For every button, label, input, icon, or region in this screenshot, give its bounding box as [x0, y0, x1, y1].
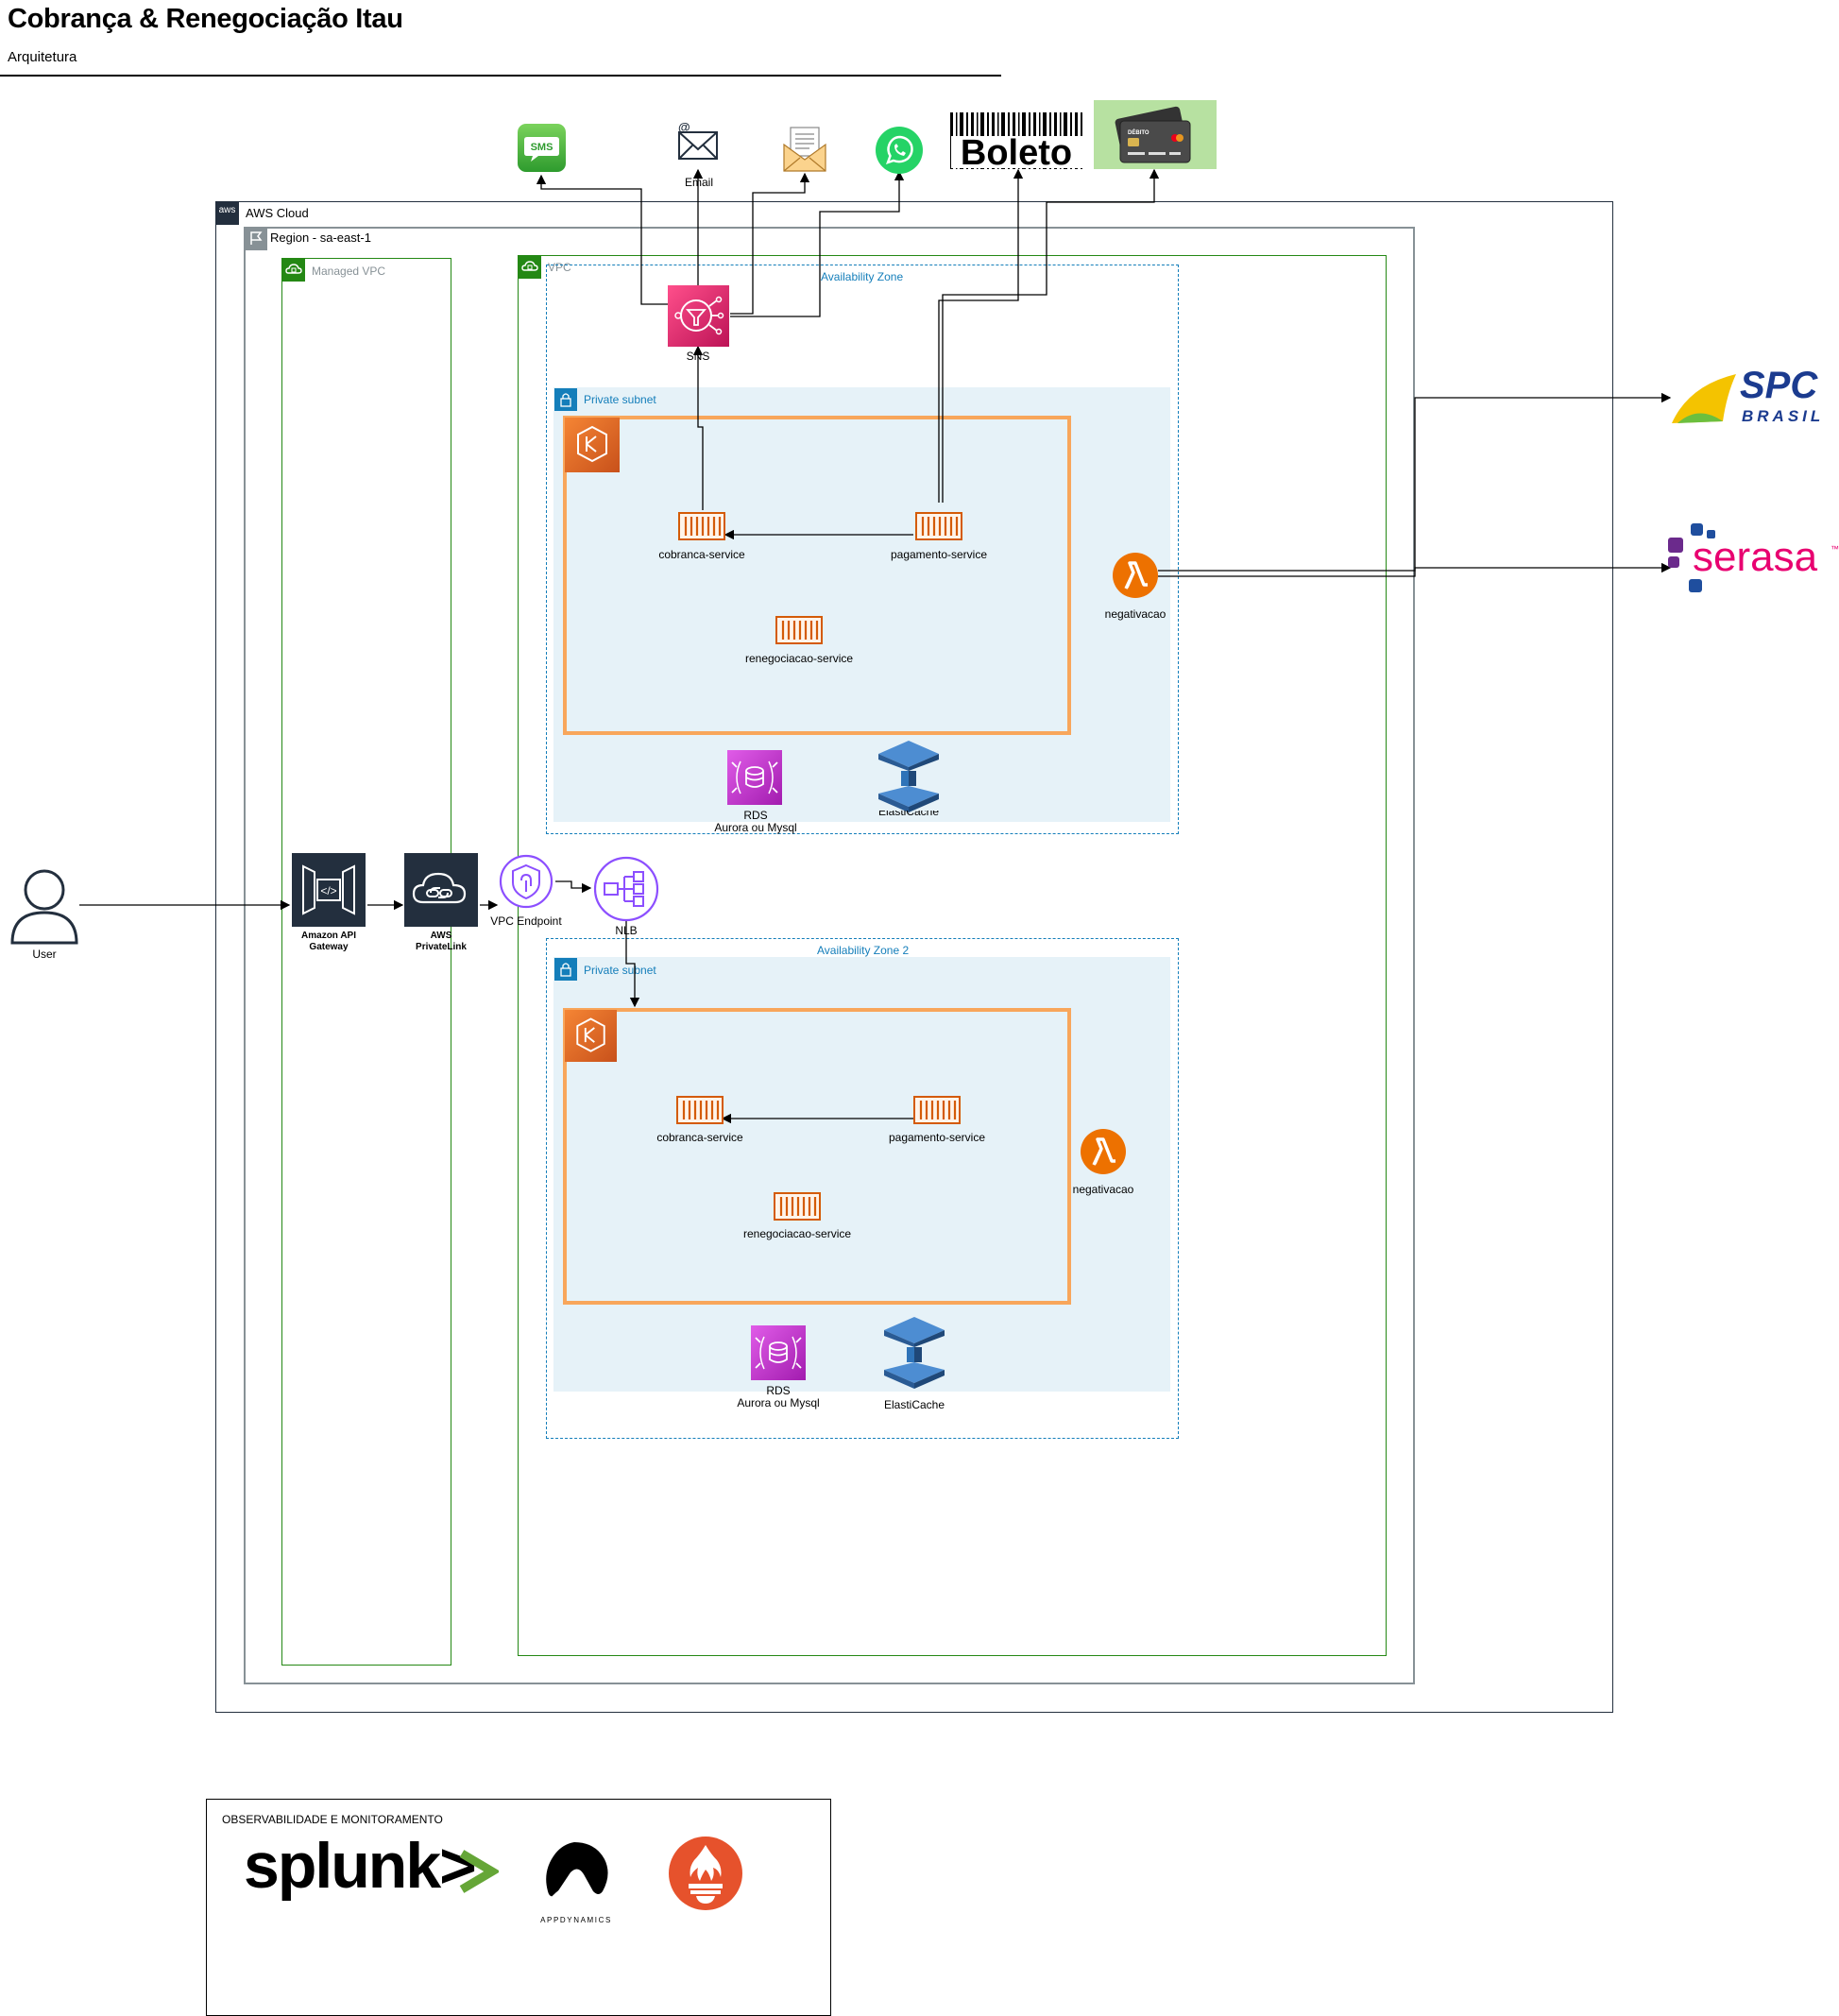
- edge-endpoint-nlb: [555, 880, 592, 894]
- rds-icon: [751, 1325, 806, 1380]
- edge-pagamento-card: [942, 168, 1160, 503]
- letter-icon: [781, 126, 828, 173]
- vpc-endpoint-label: VPC Endpoint: [490, 914, 562, 928]
- serasa-logo: serasa ™: [1664, 521, 1839, 596]
- vpc-endpoint-icon: [499, 854, 553, 909]
- edge-cobranca-sns: [692, 345, 704, 510]
- container-icon: [676, 1096, 724, 1124]
- container-icon: [915, 512, 962, 540]
- nlb-icon: [593, 856, 659, 922]
- elasticache-label-clipped: ElastiCache: [877, 811, 940, 818]
- svg-text:serasa: serasa: [1693, 534, 1818, 580]
- sns-label: SNS: [686, 350, 710, 363]
- container-icon: [775, 616, 823, 644]
- svg-text:SMS: SMS: [531, 142, 553, 153]
- negativacao-label: negativacao: [1072, 1183, 1134, 1196]
- privatelink-label: AWS PrivateLink: [416, 931, 467, 952]
- pagamento-service-label: pagamento-service: [890, 548, 988, 561]
- boleto-icon: Boleto: [948, 111, 1085, 173]
- edge-lambda-spc: [1158, 392, 1672, 572]
- svg-text:BRASIL: BRASIL: [1742, 407, 1821, 425]
- container-icon: [678, 512, 725, 540]
- edge-sns-whatsapp: [730, 170, 905, 317]
- user-label: User: [32, 948, 57, 961]
- rds-label: RDS Aurora ou Mysql: [714, 809, 797, 834]
- svg-text:DÉBITO: DÉBITO: [1128, 128, 1149, 136]
- card-payment-icon: DÉBITO: [1094, 100, 1217, 169]
- appdynamics-logo: APPDYNAMICS: [529, 1837, 623, 1927]
- svg-text:™: ™: [1830, 544, 1839, 554]
- container-icon: [913, 1096, 961, 1124]
- spc-brasil-logo: SPC BRASIL: [1670, 365, 1821, 429]
- whatsapp-icon: [875, 126, 924, 175]
- svg-text:Boleto: Boleto: [961, 133, 1072, 171]
- renegociacao-service-label: renegociacao-service: [742, 1227, 852, 1240]
- container-icon: [774, 1192, 821, 1221]
- api-gateway-icon: </>: [292, 853, 366, 927]
- svg-text:splunk>: splunk>: [244, 1831, 475, 1902]
- edge-pagamento-boleto: [938, 168, 1024, 503]
- splunk-chevron-accent: [456, 1848, 501, 1895]
- privatelink-icon: [404, 853, 478, 927]
- svg-text:APPDYNAMICS: APPDYNAMICS: [540, 1916, 612, 1924]
- rds-icon: [727, 750, 782, 805]
- email-label: Email: [684, 176, 713, 189]
- api-gateway-label: Amazon API Gateway: [301, 931, 356, 952]
- elasticache-label: ElastiCache: [883, 1398, 945, 1411]
- connectors: [79, 168, 1672, 1124]
- renegociacao-service-label: renegociacao-service: [744, 652, 854, 665]
- svg-text:</>: </>: [320, 884, 336, 897]
- edge-sns-letter: [730, 172, 810, 315]
- elasticache-icon: [873, 739, 945, 816]
- nlb-label: NLB: [615, 924, 638, 937]
- prometheus-icon: [668, 1836, 743, 1911]
- svg-text:SPC: SPC: [1740, 367, 1818, 406]
- sns-icon: [668, 285, 729, 347]
- cobranca-service-label: cobranca-service: [656, 1131, 743, 1144]
- user-icon: [9, 867, 79, 945]
- edge-sns-sms: [536, 174, 669, 305]
- email-icon: @: [673, 120, 723, 162]
- edge-lambda-serasa: [1158, 562, 1672, 577]
- rds-label: RDS Aurora ou Mysql: [737, 1384, 820, 1409]
- negativacao-label: negativacao: [1104, 607, 1166, 621]
- elasticache-icon: [878, 1315, 950, 1392]
- svg-text:@: @: [678, 121, 690, 134]
- cobranca-service-label: cobranca-service: [658, 548, 745, 561]
- sms-icon: SMS: [518, 124, 566, 172]
- observability-title: OBSERVABILIDADE E MONITORAMENTO: [222, 1813, 443, 1826]
- lambda-icon: [1080, 1128, 1127, 1175]
- pagamento-service-label: pagamento-service: [888, 1131, 986, 1144]
- lambda-icon: [1112, 552, 1159, 599]
